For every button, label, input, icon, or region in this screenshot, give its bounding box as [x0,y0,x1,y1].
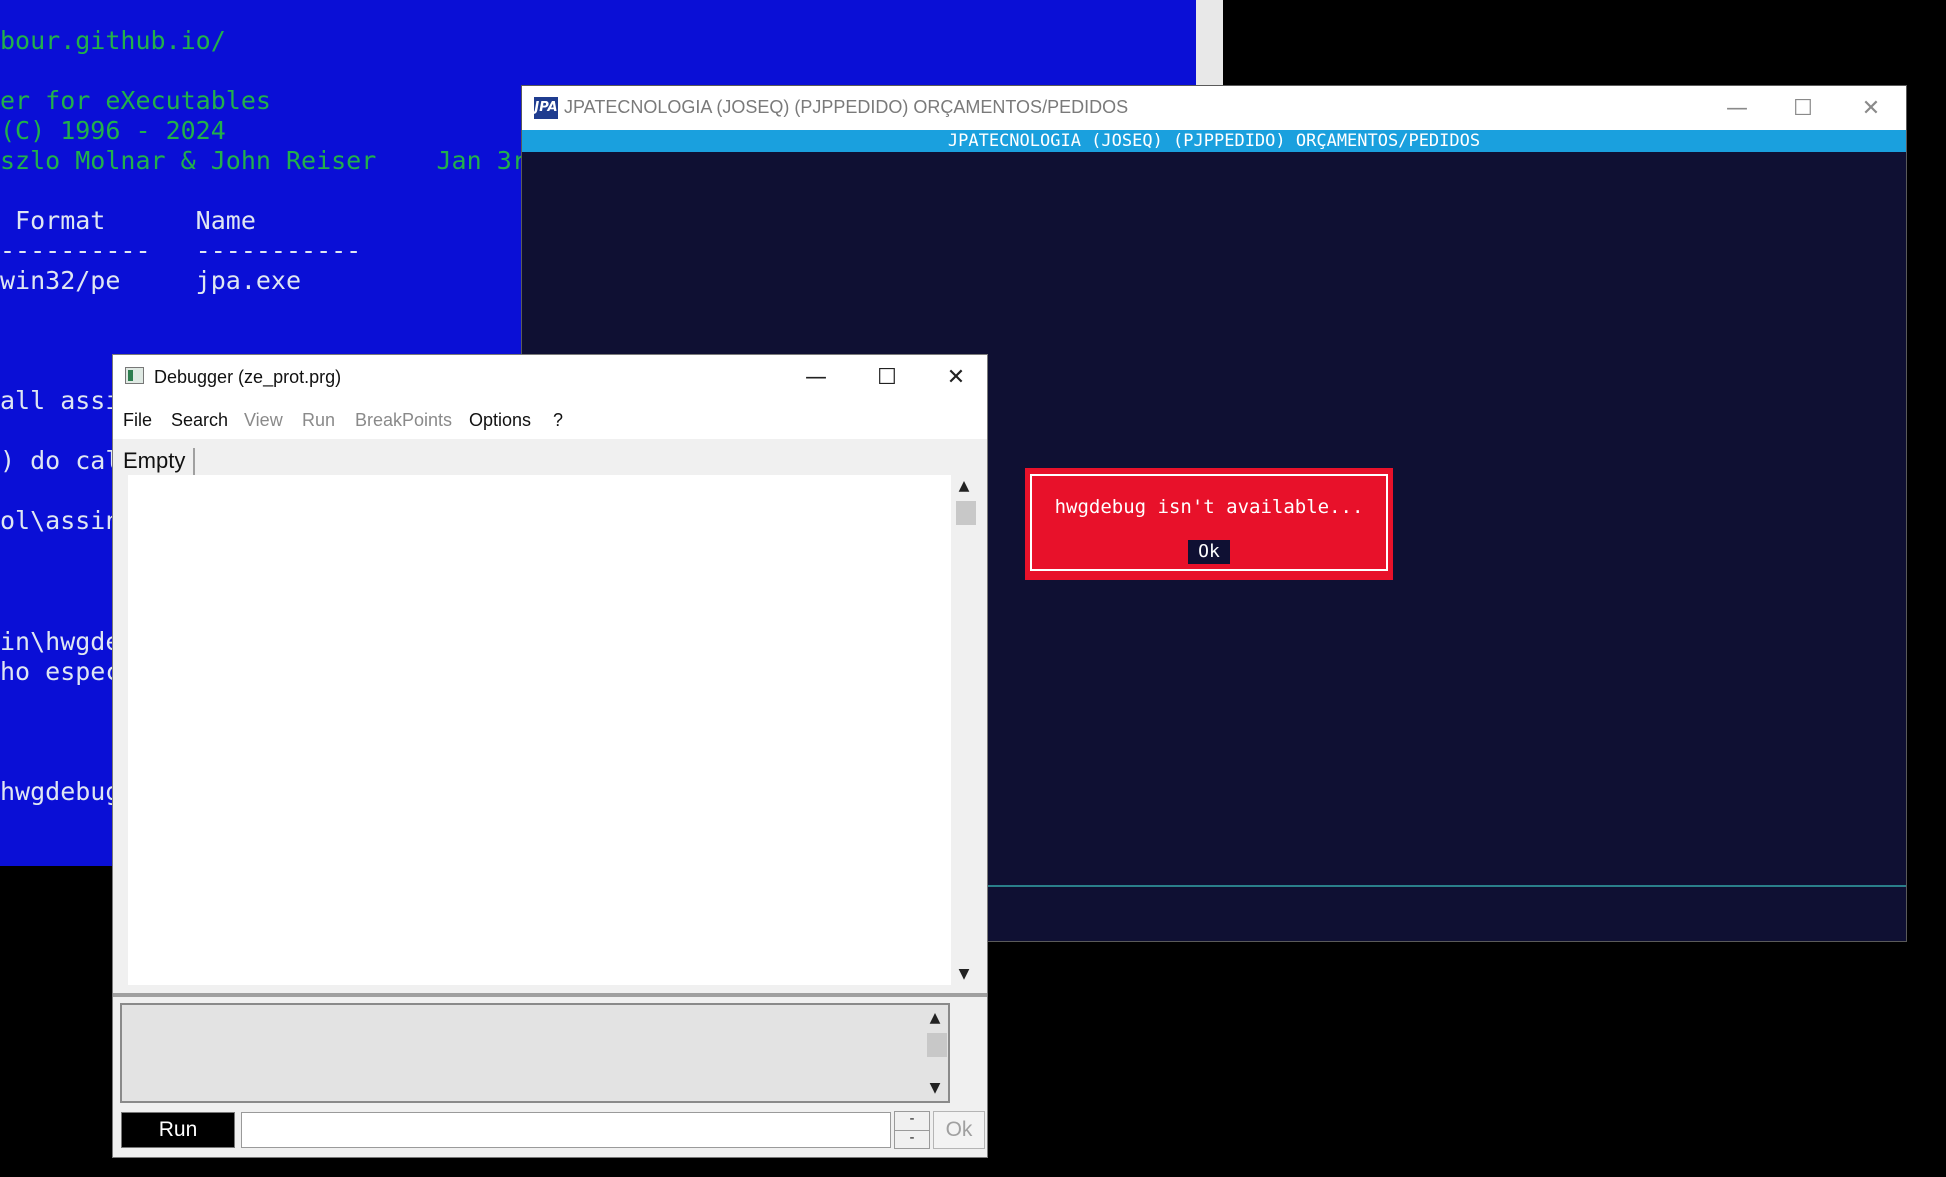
console-line: er for eXecutables [0,86,271,115]
scroll-up-icon[interactable]: ▲ [951,475,977,497]
minimize-button[interactable]: — [1702,86,1772,130]
console-window-edge [1196,0,1223,86]
output-scroll-thumb[interactable] [927,1033,947,1057]
menu-search[interactable]: Search [171,410,228,431]
alert-message: hwgdebug isn't available... [1054,496,1364,518]
scroll-up-icon[interactable]: ▲ [922,1007,948,1029]
console-line: in\hwgde [0,627,121,656]
console-line: ho espec [0,657,121,686]
run-button[interactable]: Run [121,1112,235,1148]
menu-run[interactable]: Run [302,410,335,431]
close-button[interactable]: ✕ [921,355,991,399]
debugger-window-title: Debugger (ze_prot.prg) [154,367,342,387]
history-down-button[interactable]: - [895,1130,929,1149]
console-line: bour.github.io/ [0,26,226,55]
output-scrollbar[interactable]: ▲ ▼ [922,1005,948,1101]
console-line: ol\assin [0,506,121,535]
scroll-down-icon[interactable]: ▼ [951,963,977,985]
console-line: (C) 1996 - 2024 [0,116,226,145]
jpa-window-title: JPATECNOLOGIA (JOSEQ) (PJPPEDIDO) ORÇAME… [564,97,1129,117]
history-stepper[interactable]: - - [894,1111,930,1149]
console-line: win32/pe jpa.exe [0,266,302,295]
source-editor[interactable] [128,475,951,985]
jpa-titlebar[interactable]: JPA JPATECNOLOGIA (JOSEQ) (PJPPEDIDO) OR… [522,86,1906,130]
close-button[interactable]: ✕ [1836,86,1906,130]
debugger-titlebar[interactable]: Debugger (ze_prot.prg) — ☐ ✕ [113,355,987,399]
editor-scroll-thumb[interactable] [956,501,976,525]
console-line: ---------- ----------- [0,236,362,265]
debugger-tabbar: Empty [113,439,987,479]
console-line: hwgdebug [0,777,121,806]
console-line: szlo Molnar & John Reiser Jan 3r [0,146,527,175]
menu-view[interactable]: View [244,410,283,431]
alert-dialog-frame: hwgdebug isn't available... Ok [1030,474,1388,571]
editor-scrollbar[interactable]: ▲ ▼ [951,475,977,985]
pane-splitter[interactable] [113,993,987,997]
debugger-window: Debugger (ze_prot.prg) — ☐ ✕ File Search… [112,354,988,1158]
console-line: Format Name [0,206,256,235]
tab-empty[interactable]: Empty [123,448,196,476]
jpa-logo-icon: JPA [534,97,558,119]
command-input[interactable] [241,1112,891,1148]
alert-ok-button[interactable]: Ok [1188,540,1230,564]
menu-file[interactable]: File [123,410,152,431]
minimize-button[interactable]: — [781,355,851,399]
alert-dialog: hwgdebug isn't available... Ok [1025,468,1393,580]
ok-button[interactable]: Ok [933,1111,985,1149]
maximize-button[interactable]: ☐ [852,355,922,399]
output-pane[interactable]: ▲ ▼ [120,1003,950,1103]
menu-options[interactable]: Options [469,410,531,431]
menu-help[interactable]: ? [553,410,563,431]
scroll-down-icon[interactable]: ▼ [922,1077,948,1099]
console-line: all assi [0,386,121,415]
maximize-button[interactable]: ☐ [1768,86,1838,130]
console-line: ) do cal [0,446,121,475]
jpa-header-bar: JPATECNOLOGIA (JOSEQ) (PJPPEDIDO) ORÇAME… [522,130,1906,152]
menu-breakpoints[interactable]: BreakPoints [355,410,452,431]
debugger-app-icon [125,367,144,384]
debugger-menubar: File Search View Run BreakPoints Options… [113,399,987,439]
